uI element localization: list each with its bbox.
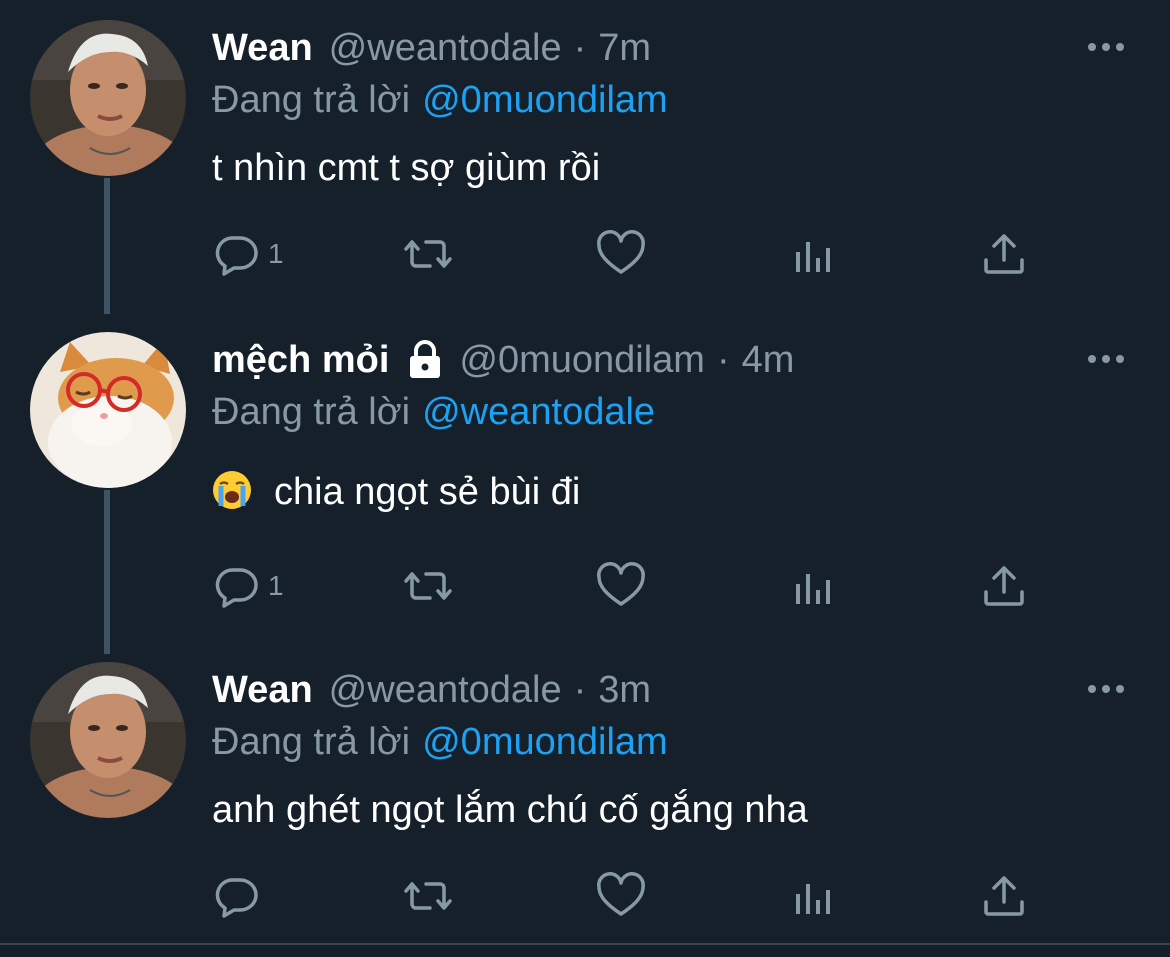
avatar[interactable]: [30, 20, 186, 176]
tweet-header: Wean @weantodale · 7m: [212, 20, 651, 76]
username[interactable]: @weantodale: [329, 662, 562, 718]
retweet-icon: [402, 230, 454, 278]
reply-button[interactable]: 1: [212, 560, 284, 612]
display-name[interactable]: Wean: [212, 20, 313, 76]
share-button[interactable]: [982, 560, 1026, 612]
replying-to: Đang trả lời @0muondilam: [212, 72, 668, 128]
tweet[interactable]: Wean @weantodale · 3m Đang trả lời @0muon…: [0, 662, 1170, 942]
tweet-text-content: anh ghét ngọt lắm chú cố gắng nha: [212, 789, 808, 831]
lock-icon: [407, 340, 443, 380]
like-icon: [596, 872, 646, 920]
retweet-icon: [402, 562, 454, 610]
username[interactable]: @0muondilam: [459, 332, 705, 388]
replying-to: Đang trả lời @0muondilam: [212, 714, 668, 770]
analytics-button[interactable]: [792, 560, 836, 612]
separator-dot: ·: [716, 339, 730, 381]
reply-icon: [212, 562, 260, 610]
more-icon[interactable]: [1086, 674, 1126, 704]
analytics-icon: [792, 562, 836, 610]
tweet[interactable]: mệch mỏi @0muondilam · 4m Đang trả lời @w…: [0, 332, 1170, 632]
share-icon: [982, 562, 1026, 610]
reply-button[interactable]: [212, 870, 268, 922]
analytics-button[interactable]: [792, 228, 836, 280]
separator-dot: ·: [573, 669, 587, 711]
reply-icon: [212, 230, 260, 278]
avatar[interactable]: [30, 662, 186, 818]
replying-to-label: Đang trả lời: [212, 391, 411, 433]
more-icon[interactable]: [1086, 344, 1126, 374]
like-button[interactable]: [596, 560, 646, 612]
separator-dot: ·: [573, 27, 587, 69]
tweet-actions: [212, 870, 1042, 922]
conversation-thread: Wean @weantodale · 7m Đang trả lời @0muon…: [0, 0, 1170, 957]
avatar[interactable]: [30, 332, 186, 488]
like-icon: [596, 562, 646, 610]
timestamp[interactable]: 4m: [742, 332, 795, 388]
mention-link[interactable]: @0muondilam: [422, 721, 668, 763]
divider: [0, 943, 1170, 945]
replying-to: Đang trả lời @weantodale: [212, 384, 655, 440]
analytics-icon: [792, 230, 836, 278]
timestamp[interactable]: 3m: [598, 662, 651, 718]
timestamp[interactable]: 7m: [598, 20, 651, 76]
mention-link[interactable]: @weantodale: [422, 391, 655, 433]
tweet-actions: 1: [212, 228, 1042, 280]
analytics-button[interactable]: [792, 870, 836, 922]
reply-icon: [212, 872, 260, 920]
tweet[interactable]: Wean @weantodale · 7m Đang trả lời @0muon…: [0, 20, 1170, 320]
retweet-button[interactable]: [402, 228, 454, 280]
tweet-text: anh ghét ngọt lắm chú cố gắng nha: [212, 782, 808, 838]
tweet-text: chia ngọt sẻ bùi đi: [212, 464, 580, 520]
share-icon: [982, 230, 1026, 278]
tweet-text-content: chia ngọt sẻ bùi đi: [274, 471, 581, 513]
tweet-text: t nhìn cmt t sợ giùm rồi: [212, 140, 600, 196]
tweet-header: mệch mỏi @0muondilam · 4m: [212, 332, 794, 388]
reply-count: 1: [268, 570, 284, 601]
tweet-actions: 1: [212, 560, 1042, 612]
display-name[interactable]: Wean: [212, 662, 313, 718]
like-button[interactable]: [596, 870, 646, 922]
mention-link[interactable]: @0muondilam: [422, 79, 668, 121]
replying-to-label: Đang trả lời: [212, 79, 411, 121]
retweet-icon: [402, 872, 454, 920]
replying-to-label: Đang trả lời: [212, 721, 411, 763]
crying-face-emoji: [212, 470, 252, 510]
retweet-button[interactable]: [402, 870, 454, 922]
share-icon: [982, 872, 1026, 920]
like-icon: [596, 230, 646, 278]
retweet-button[interactable]: [402, 560, 454, 612]
more-icon[interactable]: [1086, 32, 1126, 62]
analytics-icon: [792, 872, 836, 920]
tweet-header: Wean @weantodale · 3m: [212, 662, 651, 718]
reply-button[interactable]: 1: [212, 228, 284, 280]
like-button[interactable]: [596, 228, 646, 280]
share-button[interactable]: [982, 228, 1026, 280]
share-button[interactable]: [982, 870, 1026, 922]
tweet-text-content: t nhìn cmt t sợ giùm rồi: [212, 147, 601, 189]
username[interactable]: @weantodale: [329, 20, 562, 76]
display-name[interactable]: mệch mỏi: [212, 332, 389, 388]
reply-count: 1: [268, 238, 284, 269]
